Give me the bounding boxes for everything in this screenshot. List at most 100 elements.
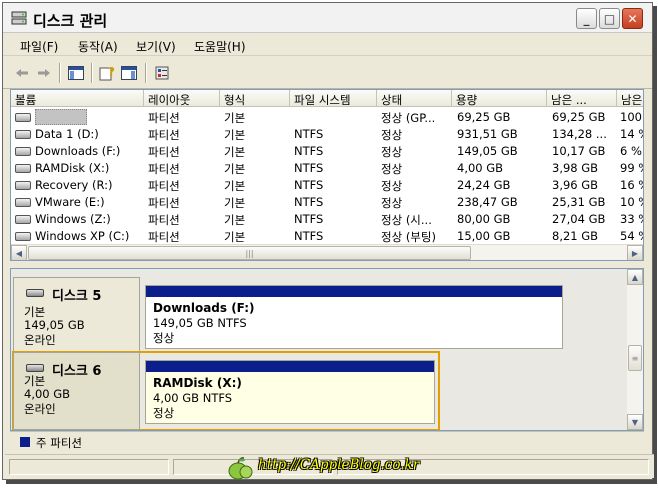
volume-type: 기본: [224, 230, 246, 244]
horizontal-scroll-thumb[interactable]: |||: [28, 246, 471, 260]
volume-layout: 파티션: [148, 179, 180, 193]
volume-status: 정상: [381, 128, 403, 142]
volume-row[interactable]: Windows (Z:) 파티션 기본 NTFS 정상 (시... 80,00 GB 27,…: [11, 211, 643, 228]
console-tree-icon: [68, 66, 84, 80]
minimize-icon: _: [583, 11, 590, 26]
primary-partition-bar: [146, 361, 434, 372]
volume-free: 27,04 GB: [552, 212, 606, 226]
disk-management-app-icon: [11, 11, 27, 25]
scroll-up-icon: ▲: [631, 272, 639, 282]
volume-row[interactable]: 파티션 기본 정상 (GP... 69,25 GB 69,25 GB 100 %: [11, 109, 643, 126]
partition-detail: 149,05 GB NTFS: [153, 316, 247, 330]
column-header-capacity[interactable]: 용량: [452, 90, 547, 107]
disk-graphical-pane: 디스크 5 기본 149,05 GB 온라인 Downloads (F:) 14…: [10, 268, 644, 431]
watermark-url: http://CAppleBlog.co.kr: [258, 457, 420, 473]
disk-pane-vertical-scrollbar[interactable]: ▲ ≡ ▼: [627, 269, 643, 430]
maximize-button[interactable]: □: [599, 8, 620, 29]
disk-6-block[interactable]: 디스크 6 기본 4,00 GB 온라인 RAMDisk (X:) 4,00 G…: [12, 351, 628, 430]
menu-help[interactable]: 도움말(H): [194, 38, 246, 55]
help-button[interactable]: ?: [98, 65, 116, 81]
volume-fs: NTFS: [294, 178, 324, 192]
menu-bar: 파일(F) 동작(A) 보기(V) 도움말(H): [3, 34, 652, 56]
disk-5-info[interactable]: 디스크 5 기본 149,05 GB 온라인: [13, 277, 140, 355]
forward-button[interactable]: [35, 65, 53, 81]
export-list-button[interactable]: [120, 65, 138, 81]
volume-layout: 파티션: [148, 128, 180, 142]
column-header-free-percent[interactable]: 남은: [617, 90, 643, 107]
partition-status: 정상: [153, 406, 175, 420]
volume-name: Windows (Z:): [35, 212, 111, 226]
column-header-volume[interactable]: 볼륨: [11, 90, 144, 107]
hard-disk-icon: [26, 364, 44, 372]
column-header-file-system[interactable]: 파일 시스템: [290, 90, 377, 107]
volume-pct: 10 %: [620, 195, 643, 209]
disk-5-title: 디스크 5: [52, 289, 102, 304]
volume-capacity: 931,51 GB: [457, 127, 518, 141]
disk-5-size: 149,05 GB: [24, 318, 85, 332]
volume-row[interactable]: Data 1 (D:) 파티션 기본 NTFS 정상 931,51 GB 134,28 ..…: [11, 126, 643, 143]
volume-status: 정상: [381, 162, 403, 176]
scroll-down-button[interactable]: ▼: [627, 414, 643, 430]
volume-status: 정상 (GP...: [381, 111, 436, 125]
maximize-icon: □: [603, 11, 616, 26]
disk-5-state: 온라인: [24, 333, 56, 347]
volume-capacity: 15,00 GB: [457, 229, 511, 243]
volume-type: 기본: [224, 111, 246, 125]
blog-watermark: http://CAppleBlog.co.kr: [226, 455, 446, 481]
disk-5-block[interactable]: 디스크 5 기본 149,05 GB 온라인 Downloads (F:) 14…: [13, 277, 628, 355]
back-button[interactable]: [13, 65, 31, 81]
drive-icon: [15, 232, 31, 241]
close-button[interactable]: ✕: [622, 8, 643, 29]
scroll-left-icon: ◀: [15, 248, 23, 258]
volume-layout: 파티션: [148, 230, 180, 244]
volume-status: 정상: [381, 145, 403, 159]
menu-action[interactable]: 동작(A): [78, 38, 118, 55]
drive-icon: [15, 198, 31, 207]
volume-list-horizontal-scrollbar[interactable]: ◀ ||| ▶: [11, 244, 643, 260]
title-bar[interactable]: 디스크 관리 _ □ ✕: [3, 3, 652, 33]
volume-row[interactable]: Recovery (R:) 파티션 기본 NTFS 정상 24,24 GB 3,96 GB 1…: [11, 177, 643, 194]
vertical-scroll-thumb[interactable]: ≡: [628, 345, 642, 371]
scroll-right-button[interactable]: ▶: [627, 245, 643, 260]
column-header-status[interactable]: 상태: [377, 90, 452, 107]
help-icon: ?: [99, 65, 115, 81]
volume-status: 정상 (시...: [381, 213, 432, 227]
scroll-up-button[interactable]: ▲: [627, 269, 643, 285]
volume-row[interactable]: VMware (E:) 파티션 기본 NTFS 정상 238,47 GB 25,31 GB 1…: [11, 194, 643, 211]
menu-file[interactable]: 파일(F): [20, 38, 58, 55]
partition-ramdisk[interactable]: RAMDisk (X:) 4,00 GB NTFS 정상: [145, 360, 435, 424]
toolbar: ?: [3, 57, 652, 89]
volume-row[interactable]: Downloads (F:) 파티션 기본 NTFS 정상 149,05 GB 10,17 …: [11, 143, 643, 160]
minimize-button[interactable]: _: [576, 8, 597, 29]
column-header-free-space[interactable]: 남은 ...: [547, 90, 617, 107]
volume-list-pane: 볼륨 레이아웃 형식 파일 시스템 상태 용량 남은 ... 남은 파티션 기본 정…: [10, 89, 644, 261]
menu-view[interactable]: 보기(V): [136, 38, 176, 55]
volume-free: 25,31 GB: [552, 195, 606, 209]
forward-arrow-icon: [38, 69, 50, 77]
volume-row[interactable]: RAMDisk (X:) 파티션 기본 NTFS 정상 4,00 GB 3,98 GB 99 …: [11, 160, 643, 177]
properties-button[interactable]: [153, 65, 171, 81]
column-header-layout[interactable]: 레이아웃: [144, 90, 220, 107]
scroll-down-icon: ▼: [631, 417, 639, 427]
volume-type: 기본: [224, 213, 246, 227]
apple-logo-icon: [228, 457, 253, 480]
volume-pct: 6 %: [620, 144, 642, 158]
volume-capacity: 4,00 GB: [457, 161, 504, 175]
primary-partition-swatch: [20, 437, 30, 447]
volume-pct: 54 %: [620, 229, 643, 243]
disk-6-info[interactable]: 디스크 6 기본 4,00 GB 온라인: [13, 352, 140, 430]
drive-icon: [15, 130, 31, 139]
volume-free: 3,98 GB: [552, 161, 599, 175]
scroll-left-button[interactable]: ◀: [11, 245, 27, 260]
hard-disk-icon: [26, 289, 44, 297]
close-icon: ✕: [627, 11, 638, 26]
partition-downloads[interactable]: Downloads (F:) 149,05 GB NTFS 정상: [145, 285, 563, 349]
grip-icon: ≡: [631, 353, 639, 363]
volume-name: RAMDisk (X:): [35, 161, 110, 175]
volume-name: VMware (E:): [35, 195, 105, 209]
partition-name: RAMDisk (X:): [153, 376, 242, 390]
volume-type: 기본: [224, 145, 246, 159]
console-tree-button[interactable]: [67, 65, 85, 81]
column-header-type[interactable]: 형식: [220, 90, 290, 107]
volume-row[interactable]: Windows XP (C:) 파티션 기본 NTFS 정상 (부팅) 15,00 GB 8…: [11, 228, 643, 245]
